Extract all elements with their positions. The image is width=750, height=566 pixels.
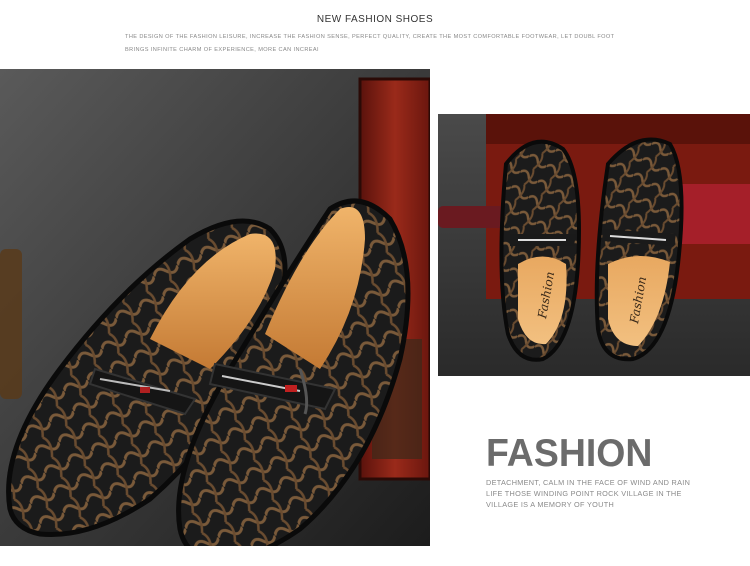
header-description: THE DESIGN OF THE FASHION LEISURE, INCRE… [125, 34, 615, 53]
top-view-left-loafer: Fashion [499, 139, 581, 362]
page-title: NEW FASHION SHOES [316, 14, 434, 25]
feature-heading: FASHION [486, 432, 653, 475]
top-view-product-photo: Fashion Fashion [438, 114, 750, 376]
feature-description: DETACHMENT, CALM IN THE FACE OF WIND AND… [486, 478, 691, 509]
main-product-photo [0, 69, 430, 546]
